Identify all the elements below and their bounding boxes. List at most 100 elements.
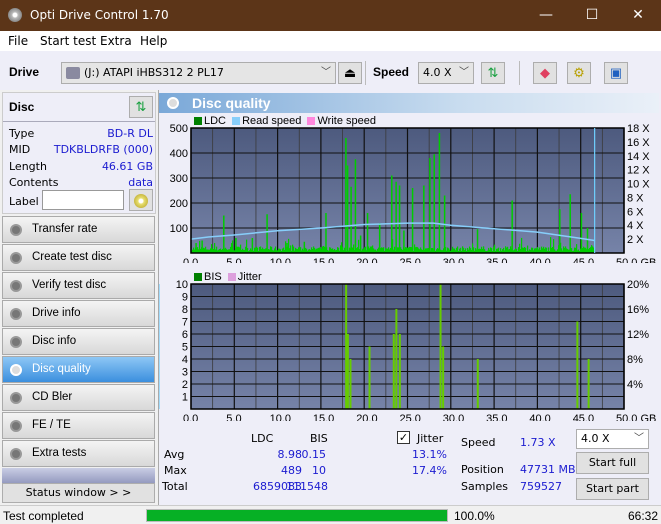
menu-extra[interactable]: Extra — [100, 34, 132, 48]
x-tick-label: 20.0 — [356, 257, 377, 263]
panel-title: Disc quality — [192, 95, 271, 111]
disc-info-box: Disc ⇅ Type BD-R DL MID TDKBLDRFB (000) Le… — [2, 92, 156, 214]
menu-bar: File Start test Extra Help — [0, 31, 661, 51]
ldc-spike — [201, 240, 203, 253]
close-button[interactable]: ✕ — [615, 0, 661, 31]
menu-help[interactable]: Help — [140, 34, 167, 48]
speed-select[interactable]: 4.0 X ﹀ — [418, 62, 474, 84]
refresh-arrows-icon: ⇅ — [135, 99, 147, 114]
ldc-spike — [235, 238, 237, 253]
y-right-tick-label: 8 X — [627, 192, 644, 204]
x-tick-label: 35.0 — [486, 413, 507, 421]
x-tick-label: 50.0 GB — [616, 413, 656, 421]
x-tick-label: 35.0 — [486, 257, 507, 263]
nav-disc-quality[interactable]: Disc quality — [2, 356, 155, 383]
ldc-chart: 0.0 5.0 10.0 15.0 20.0 25.0 30.0 35.0 40.0 45.0 50… — [170, 123, 657, 263]
x-tick-label: 10.0 — [270, 257, 291, 263]
ldc-spike — [395, 181, 397, 253]
nav-disc-info[interactable]: Disc info — [2, 328, 155, 355]
nav-fe-te[interactable]: FE / TE — [2, 412, 155, 439]
disc-gear-icon — [10, 224, 22, 236]
bis-spike — [576, 321, 579, 409]
ldc-spike — [350, 186, 352, 253]
x-tick-label: 25.0 — [400, 413, 421, 421]
refresh-button[interactable]: ⇅ — [481, 62, 505, 84]
status-window-button[interactable]: Status window > > — [2, 483, 155, 503]
gears-icon: ⚙ — [573, 65, 585, 80]
maximize-button[interactable]: ☐ — [569, 0, 615, 31]
disc-quality-panel: Disc quality LDC Read speed Write speed … — [158, 90, 661, 505]
nav-create-test-disc[interactable]: Create test disc — [2, 244, 155, 271]
menu-file[interactable]: File — [8, 34, 28, 48]
nav-extra-tests[interactable]: Extra tests — [2, 440, 155, 467]
x-tick-label: 20.0 — [356, 413, 377, 421]
ldc-spike — [378, 223, 381, 253]
drive-label: Drive — [9, 65, 40, 79]
eject-button[interactable]: ⏏ — [338, 62, 362, 84]
y-right-tick-label: 8% — [627, 354, 643, 366]
y-left-tick-label: 8 — [182, 304, 188, 316]
nav-verify-test-disc[interactable]: Verify test disc — [2, 272, 155, 299]
row-avg-label: Avg — [164, 448, 185, 461]
nav-cd-bler[interactable]: CD Bler — [2, 384, 155, 411]
floppy-icon: ▣ — [609, 65, 623, 80]
disc-gear-icon — [10, 252, 22, 264]
y-right-tick-label: 16 X — [627, 137, 650, 149]
minimize-button[interactable]: — — [523, 0, 569, 31]
x-tick-label: 50.0 GB — [616, 257, 656, 263]
x-tick-label: 40.0 — [529, 413, 550, 421]
disc-label-button[interactable] — [129, 189, 153, 211]
disc-label-input[interactable] — [42, 190, 124, 210]
ldc-spike — [511, 200, 513, 253]
disc-gear-icon — [10, 420, 22, 432]
test-speed-select[interactable]: 4.0 X ﹀ — [576, 429, 649, 449]
disc-gear-icon — [10, 364, 22, 376]
window-title: Opti Drive Control 1.70 — [30, 8, 169, 22]
start-part-button[interactable]: Start part — [576, 478, 649, 500]
menu-start-test[interactable]: Start test — [40, 34, 96, 48]
position-label: Position — [461, 463, 504, 476]
y-right-tick-label: 12 X — [627, 165, 650, 177]
drive-select[interactable]: (J:) ATAPI iHBS312 2 PL17 ﹀ — [61, 62, 336, 84]
disc-refresh-button[interactable]: ⇅ — [129, 96, 153, 118]
panel-header: Disc quality — [159, 93, 659, 113]
disc-gear-icon — [10, 336, 22, 348]
jitter-checkbox[interactable]: ✓ — [397, 431, 410, 444]
disc-gear-icon — [10, 280, 22, 292]
ldc-spike — [251, 238, 254, 253]
status-bar: Test completed 100.0% 66:32 — [0, 505, 661, 524]
y-left-tick-label: 6 — [182, 329, 188, 341]
nav-transfer-rate[interactable]: Transfer rate — [2, 216, 155, 243]
elapsed-time: 66:32 — [628, 509, 659, 523]
x-tick-label: 15.0 — [313, 413, 334, 421]
y-left-tick-label: 7 — [182, 317, 188, 329]
bis-spike — [442, 346, 445, 409]
samples-value: 759527 — [520, 480, 562, 493]
speed-value: 4.0 X — [423, 66, 452, 79]
samples-label: Samples — [461, 480, 508, 493]
chevron-down-icon: ﹀ — [321, 67, 331, 78]
x-tick-label: 45.0 — [573, 413, 594, 421]
left-panel: Disc ⇅ Type BD-R DL MID TDKBLDRFB (000) Le… — [0, 90, 158, 505]
erase-button[interactable]: ◆ — [533, 62, 557, 84]
y-left-tick-label: 300 — [170, 173, 188, 185]
settings-button[interactable]: ⚙ — [567, 62, 591, 84]
x-tick-label: 30.0 — [443, 257, 464, 263]
chevron-down-icon: ﹀ — [459, 67, 469, 78]
nav-drive-info[interactable]: Drive info — [2, 300, 155, 327]
refresh-arrows-icon: ⇅ — [487, 65, 499, 80]
ldc-spike — [366, 213, 369, 253]
y-left-tick-label: 4 — [182, 354, 188, 366]
save-button[interactable]: ▣ — [604, 62, 628, 84]
ldc-spike — [303, 241, 306, 253]
ldc-spike — [391, 175, 393, 253]
y-left-tick-label: 200 — [170, 198, 188, 210]
y-left-tick-label: 500 — [170, 123, 188, 135]
start-full-button[interactable]: Start full — [576, 452, 649, 474]
position-value: 47731 MB — [520, 463, 576, 476]
app-disc-icon — [8, 8, 22, 22]
ldc-spike — [345, 138, 347, 253]
x-tick-label: 40.0 — [529, 257, 550, 263]
total-bis: 111548 — [286, 480, 328, 493]
x-tick-label: 15.0 — [313, 257, 334, 263]
